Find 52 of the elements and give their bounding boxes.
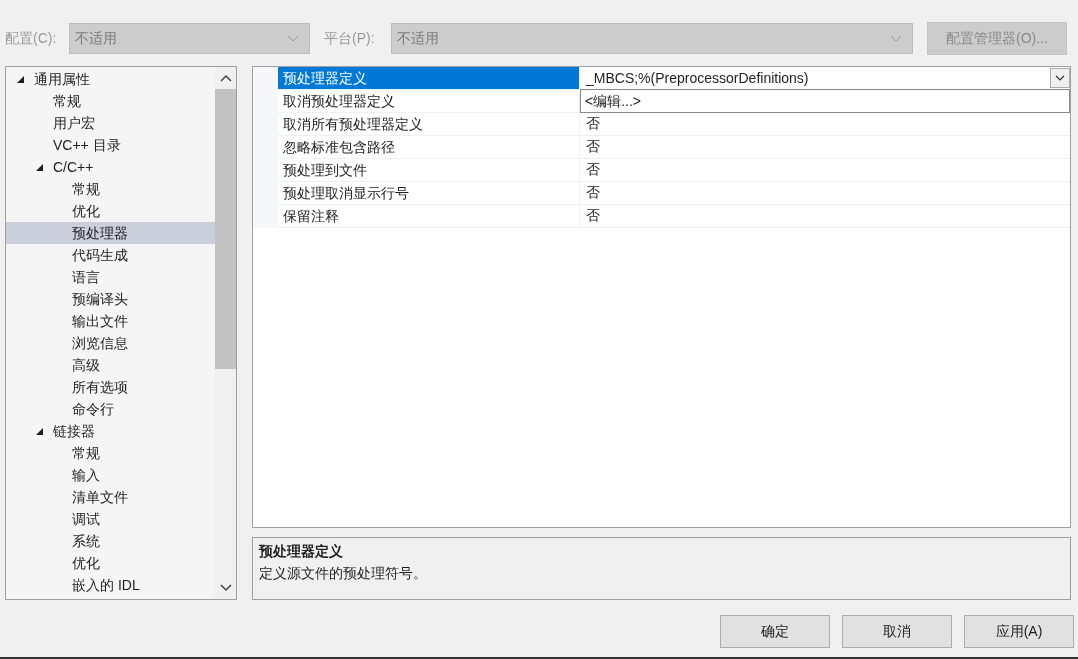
tree-item[interactable]: 优化 (72, 552, 104, 574)
property-name[interactable]: 预处理取消显示行号 (278, 182, 580, 204)
configuration-label: 配置(C): (5, 29, 58, 48)
tree-item[interactable]: 常规 (72, 442, 104, 464)
property-name[interactable]: 预处理到文件 (278, 159, 580, 181)
dropdown-option[interactable]: <编辑...> (581, 90, 1069, 112)
property-value[interactable]: 否 (586, 161, 600, 179)
tree-item[interactable]: 浏览信息 (72, 332, 132, 354)
chevron-down-icon (287, 34, 299, 43)
tree-item[interactable]: 嵌入的 IDL (72, 574, 144, 596)
expand-triangle-icon[interactable] (35, 162, 44, 172)
property-name[interactable]: 取消预处理器定义 (278, 90, 580, 112)
tree-item[interactable]: 用户宏 (53, 112, 99, 134)
scroll-down-icon[interactable] (219, 584, 232, 592)
expand-triangle-icon[interactable] (35, 426, 44, 436)
tree-item[interactable]: 清单文件 (72, 486, 132, 508)
description-text: 定义源文件的预处理符号。 (259, 565, 428, 583)
tree-item[interactable]: 常规 (53, 90, 85, 112)
tree-item[interactable]: 优化 (72, 200, 104, 222)
scrollbar[interactable] (215, 67, 236, 599)
dialog-button[interactable]: 确定 (720, 615, 830, 648)
tree-item[interactable]: 代码生成 (72, 244, 132, 266)
dialog-button[interactable]: 取消 (842, 615, 952, 648)
tree-item[interactable]: 命令行 (72, 398, 118, 420)
description-title: 预处理器定义 (259, 543, 344, 561)
property-value[interactable]: 否 (586, 138, 600, 156)
tree-item[interactable]: 输出文件 (72, 310, 132, 332)
platform-label: 平台(P): (324, 29, 376, 48)
tree-item[interactable]: 链接器 (53, 420, 99, 442)
tree-item[interactable]: C/C++ (53, 156, 98, 178)
tree-item[interactable]: 输入 (72, 464, 104, 486)
tree-item[interactable]: 高级 (72, 354, 104, 376)
property-value[interactable]: 否 (586, 184, 600, 202)
scroll-up-icon[interactable] (219, 74, 232, 82)
tree-item[interactable]: VC++ 目录 (53, 134, 125, 156)
property-value[interactable]: 否 (586, 207, 600, 225)
tree-item[interactable]: 调试 (72, 508, 104, 530)
expand-triangle-icon[interactable] (16, 74, 25, 84)
property-name[interactable]: 预处理器定义 (278, 67, 580, 89)
tree-item[interactable]: 常规 (72, 178, 104, 200)
property-value[interactable]: 否 (586, 115, 600, 133)
tree-item[interactable]: 预编译头 (72, 288, 132, 310)
chevron-down-icon (890, 34, 902, 43)
property-name[interactable]: 忽略标准包含路径 (278, 136, 580, 158)
property-value[interactable]: _MBCS;%(PreprocessorDefinitions) (586, 70, 809, 86)
tree-item[interactable]: 语言 (72, 266, 104, 288)
property-name[interactable]: 保留注释 (278, 205, 580, 227)
property-name[interactable]: 取消所有预处理器定义 (278, 113, 580, 135)
tree-item[interactable]: 所有选项 (72, 376, 132, 398)
tree-item[interactable]: 系统 (72, 530, 104, 552)
dialog-button[interactable]: 应用(A) (964, 615, 1074, 648)
tree-item[interactable]: 通用属性 (34, 68, 94, 90)
